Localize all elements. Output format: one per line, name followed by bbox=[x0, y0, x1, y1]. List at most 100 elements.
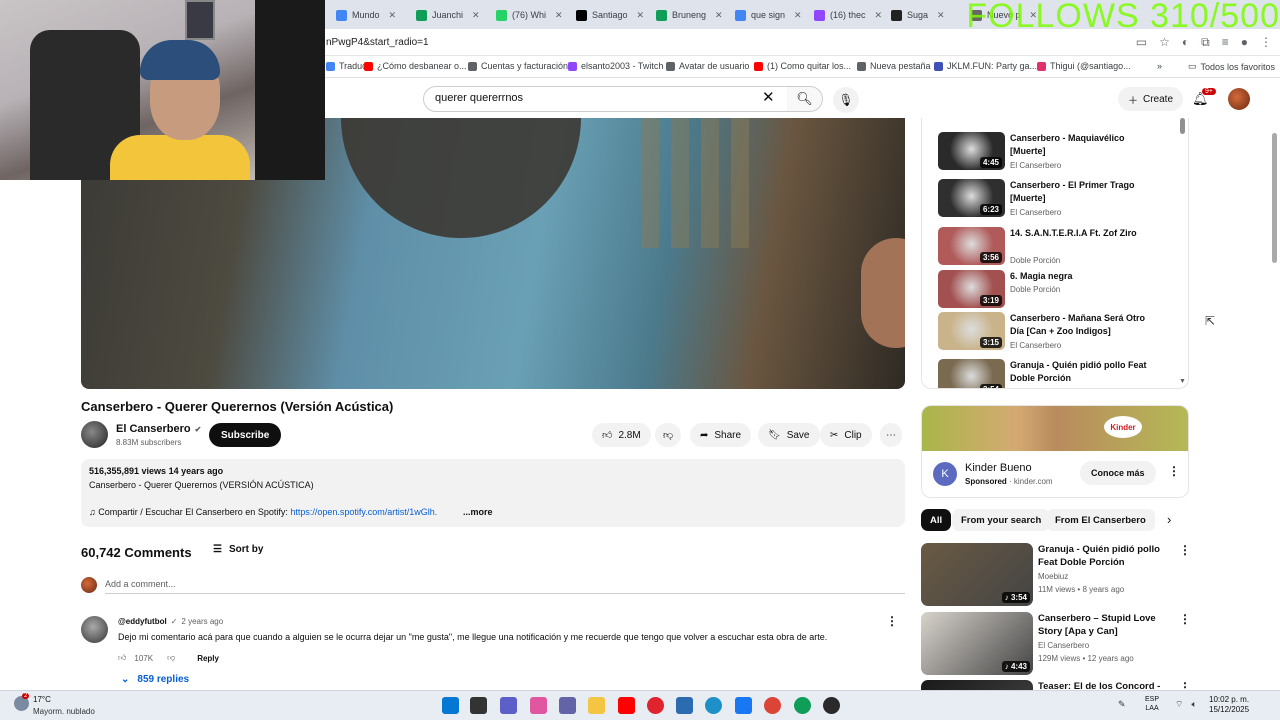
recommended-thumbnail[interactable]: ♪ 3:54 bbox=[921, 543, 1033, 606]
add-comment-input[interactable]: Add a comment... bbox=[105, 579, 905, 594]
puzzle-icon[interactable]: ⧉ bbox=[1201, 35, 1210, 50]
ad-menu-icon[interactable]: ⋮ bbox=[1168, 464, 1180, 478]
clip-button[interactable]: ✂ Clip bbox=[820, 423, 872, 447]
chip-from-channel[interactable]: From El Canserbero bbox=[1046, 509, 1155, 531]
save-button[interactable]: 🔖︎ Save bbox=[758, 423, 820, 447]
close-tab-icon[interactable]: ✕ bbox=[389, 10, 397, 21]
language-indicator[interactable]: ESP LAA bbox=[1145, 695, 1159, 713]
playlist-item-title[interactable]: Canserbero - Maquiavélico [Muerte] bbox=[1010, 132, 1160, 158]
comment-author[interactable]: @eddyfutbol bbox=[118, 617, 167, 626]
browser-tab[interactable]: Juanchi ✕ bbox=[416, 4, 480, 26]
url-text[interactable]: nPwgP4&start_radio=1 bbox=[326, 37, 429, 48]
playlist-item[interactable]: 3:19 6. Magia negra Doble Porción bbox=[938, 270, 1183, 312]
obs-icon[interactable] bbox=[823, 697, 840, 714]
chrome-profile-icon[interactable] bbox=[794, 697, 811, 714]
all-bookmarks[interactable]: ▭ Todos los favoritos bbox=[1188, 61, 1275, 72]
chip-from-your-search[interactable]: From your search bbox=[952, 509, 1051, 531]
star-icon[interactable]: ☆ bbox=[1159, 35, 1170, 50]
clock[interactable]: 10:02 p. m. 15/12/2025 bbox=[1209, 695, 1249, 715]
browser-tab[interactable]: (76) Whi ✕ bbox=[496, 4, 563, 26]
playlist-item[interactable]: 6:23 Canserbero - El Primer Trago [Muerte… bbox=[938, 179, 1183, 221]
account-avatar[interactable] bbox=[1228, 88, 1250, 110]
browser-tab[interactable]: (16) thec ✕ bbox=[814, 4, 882, 26]
playlist-scrollbar[interactable] bbox=[1180, 118, 1185, 134]
bookmark-item[interactable]: (1) Como quitar los... bbox=[754, 61, 851, 71]
ad-cta-button[interactable]: Conoce más bbox=[1080, 461, 1156, 485]
bookmarks-overflow-icon[interactable]: » bbox=[1157, 61, 1162, 71]
close-tab-icon[interactable]: ✕ bbox=[875, 10, 883, 21]
bookmark-item[interactable]: Cuentas y facturación bbox=[468, 61, 568, 71]
channel-avatar[interactable] bbox=[81, 421, 108, 448]
recommended-channel[interactable]: El Canserbero bbox=[1038, 641, 1089, 650]
bookmark-item[interactable]: Avatar de usuario bbox=[666, 61, 749, 71]
search-input[interactable]: querer quererrnos bbox=[423, 86, 788, 112]
teams-icon[interactable] bbox=[559, 697, 576, 714]
chrome-icon[interactable] bbox=[764, 697, 781, 714]
comment-like-icon[interactable]: 👍︎ bbox=[118, 653, 126, 663]
cast-icon[interactable]: ▭ bbox=[1136, 35, 1147, 50]
playlist-thumbnail[interactable]: 3:54 bbox=[938, 359, 1005, 388]
dislike-button[interactable]: 👎︎ bbox=[655, 423, 682, 447]
opera-icon[interactable] bbox=[647, 697, 664, 714]
browser-tab[interactable]: Mundo ✕ bbox=[336, 4, 396, 26]
start-icon[interactable] bbox=[442, 697, 459, 714]
close-tab-icon[interactable]: ✕ bbox=[937, 10, 945, 21]
browser-tab[interactable]: Santiago ✕ bbox=[576, 4, 644, 26]
comment-time[interactable]: 2 years ago bbox=[181, 617, 223, 626]
clear-search-icon[interactable]: ✕ bbox=[762, 88, 775, 106]
bookmark-item[interactable]: Thigui (@santiago... bbox=[1037, 61, 1131, 71]
search-button[interactable]: 🔍︎ bbox=[787, 86, 823, 112]
chip-all[interactable]: All bbox=[921, 509, 952, 531]
show-more-link[interactable]: ...more bbox=[463, 507, 493, 517]
extension-icon[interactable]: ◐ bbox=[1182, 35, 1189, 50]
bookmark-item[interactable]: ¿Cómo desbanear o... bbox=[364, 61, 467, 71]
volume-icon[interactable]: 🔈︎ bbox=[1191, 699, 1196, 710]
playlist-item-title[interactable]: 14. S.A.N.T.E.R.I.A Ft. Zof Ziro bbox=[1010, 227, 1160, 240]
close-tab-icon[interactable]: ✕ bbox=[472, 10, 480, 21]
task-view-icon[interactable] bbox=[470, 697, 487, 714]
recommended-menu-icon[interactable]: ⋮ bbox=[1179, 543, 1191, 557]
chat-icon[interactable] bbox=[500, 697, 517, 714]
page-scrollbar[interactable] bbox=[1272, 133, 1277, 263]
browser-tab[interactable]: que sign ✕ bbox=[735, 4, 802, 26]
playlist-item-title[interactable]: Canserbero - El Primer Trago [Muerte] bbox=[1010, 179, 1160, 205]
recommended-title[interactable]: Granuja - Quién pidió pollo Feat Doble P… bbox=[1038, 543, 1178, 569]
playlist-item-title[interactable]: 6. Magia negra bbox=[1010, 270, 1160, 283]
playlist-item[interactable]: 3:54 Granuja - Quién pidió pollo Feat Dob… bbox=[938, 359, 1183, 388]
playlist-item[interactable]: 3:56 14. S.A.N.T.E.R.I.A Ft. Zof Ziro Dobl… bbox=[938, 227, 1183, 269]
ad-title[interactable]: Kinder Bueno bbox=[965, 462, 1032, 474]
playlist-thumbnail[interactable]: 6:23 bbox=[938, 179, 1005, 217]
bookmark-item[interactable]: JKLM.FUN: Party ga... bbox=[934, 61, 1037, 71]
recommended-menu-icon[interactable]: ⋮ bbox=[1179, 612, 1191, 626]
playlist-item[interactable]: 4:45 Canserbero - Maquiavélico [Muerte] El… bbox=[938, 132, 1183, 174]
comment-dislike-icon[interactable]: 👎︎ bbox=[167, 653, 175, 663]
channel-name[interactable]: El Canserbero ✔ bbox=[116, 423, 201, 435]
profile-icon[interactable]: ● bbox=[1241, 35, 1248, 50]
store-icon[interactable] bbox=[676, 697, 693, 714]
bookmark-item[interactable]: elsanto2003 - Twitch bbox=[568, 61, 663, 71]
view-replies-button[interactable]: ⌄ 859 replies bbox=[121, 674, 189, 685]
subscribe-button[interactable]: Subscribe bbox=[209, 423, 282, 447]
close-tab-icon[interactable]: ✕ bbox=[794, 10, 802, 21]
bookmark-item[interactable]: Nueva pestaña bbox=[857, 61, 931, 71]
browser-tab[interactable]: Bruneng ✕ bbox=[656, 4, 723, 26]
close-tab-icon[interactable]: ✕ bbox=[637, 10, 645, 21]
close-tab-icon[interactable]: ✕ bbox=[715, 10, 723, 21]
playlist-thumbnail[interactable]: 3:15 bbox=[938, 312, 1005, 350]
sponsored-ad[interactable]: Kinder K Kinder Bueno Sponsored · kinder… bbox=[921, 405, 1189, 498]
recommended-thumbnail[interactable]: ♪ 4:43 bbox=[921, 612, 1033, 675]
playlist-thumbnail[interactable]: 4:45 bbox=[938, 132, 1005, 170]
voice-search-button[interactable]: 🎙︎ bbox=[833, 87, 859, 113]
browser-tab[interactable]: Suga ✕ bbox=[891, 4, 945, 26]
commenter-avatar[interactable] bbox=[81, 616, 108, 643]
playlist-item-title[interactable]: Canserbero - Mañana Será Otro Día [Can +… bbox=[1010, 312, 1160, 338]
recommended-title[interactable]: Canserbero – Stupid Love Story [Apa y Ca… bbox=[1038, 612, 1178, 638]
like-button[interactable]: 👍︎ 2.8M bbox=[592, 423, 651, 447]
copilot-icon[interactable] bbox=[530, 697, 547, 714]
playlist-thumbnail[interactable]: 3:19 bbox=[938, 270, 1005, 308]
playlist-item[interactable]: 3:15 Canserbero - Mañana Será Otro Día [C… bbox=[938, 312, 1183, 354]
more-icon[interactable]: ⋮ bbox=[1260, 35, 1272, 50]
comment-menu-icon[interactable]: ⋮ bbox=[886, 614, 898, 628]
create-button[interactable]: ＋ Create bbox=[1118, 87, 1184, 111]
pen-icon[interactable]: ✎ bbox=[1118, 699, 1126, 710]
